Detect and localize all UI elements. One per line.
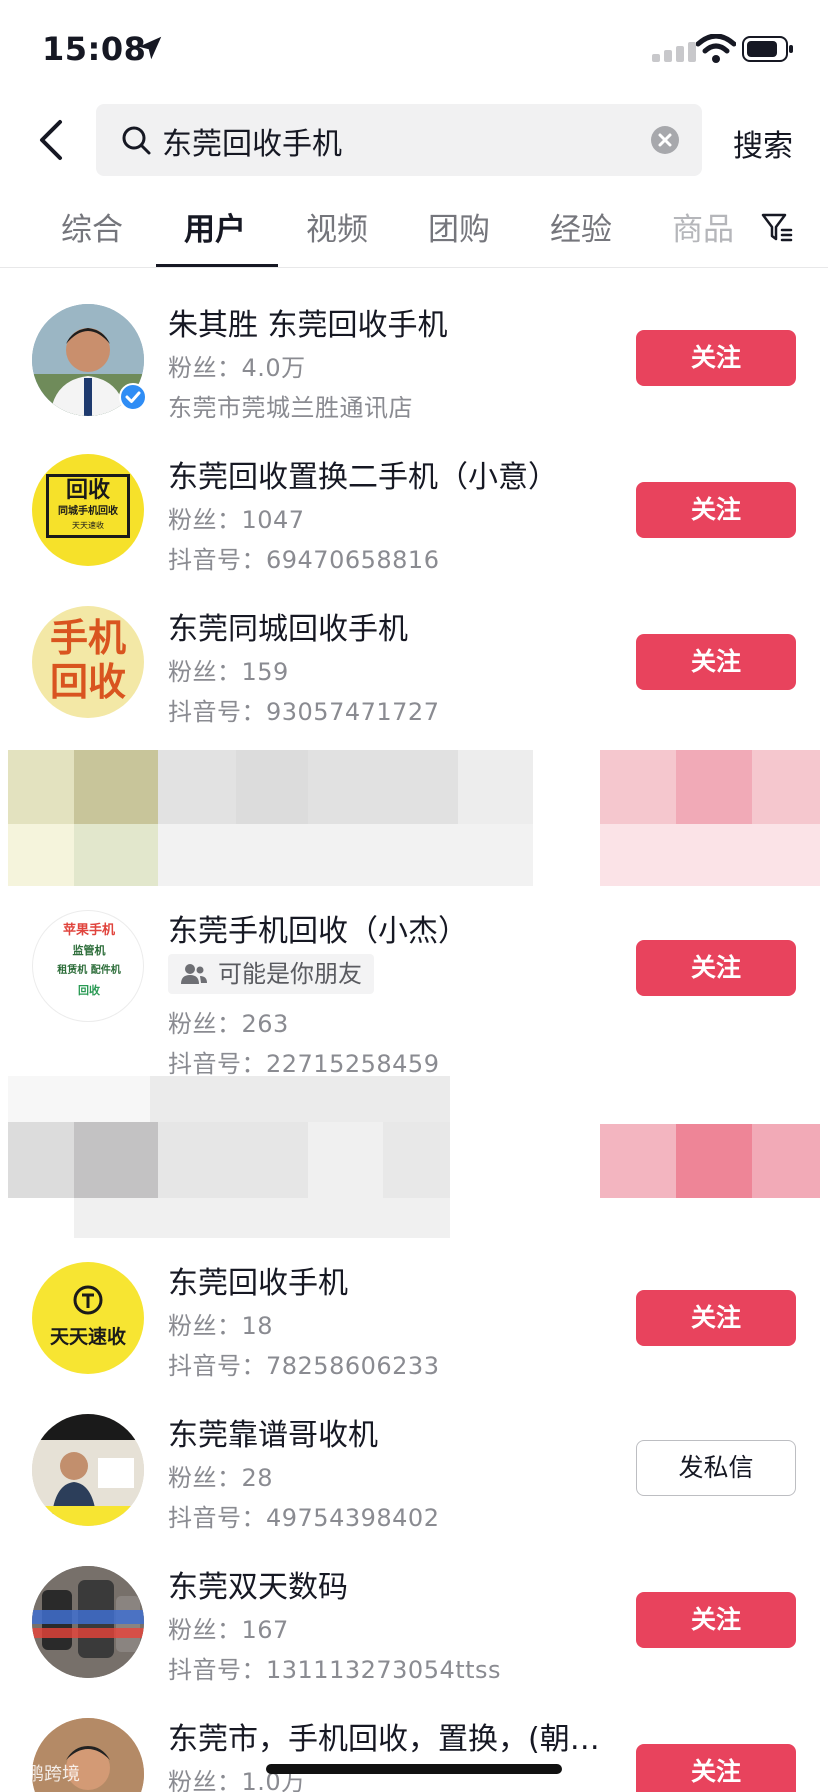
search-icon — [122, 126, 151, 155]
fan-count: 粉丝：167 — [168, 1616, 289, 1644]
avatar[interactable]: 天天速收 — [32, 1262, 144, 1374]
friends-icon — [181, 964, 207, 984]
follow-button[interactable]: 关注 — [636, 940, 796, 996]
follow-button[interactable]: 关注 — [636, 330, 796, 386]
user-name: 东莞市，手机回收，置换，(朝… — [168, 1722, 600, 1757]
verified-badge-icon — [119, 383, 147, 411]
tab-videos[interactable]: 视频 — [306, 204, 368, 249]
search-query: 东莞回收手机 — [162, 127, 342, 162]
douyin-id: 抖音号：131113273054ttss — [168, 1656, 502, 1684]
store-name: 东莞市莞城兰胜通讯店 — [168, 394, 413, 422]
status-time: 15:08 — [42, 30, 147, 68]
back-icon[interactable] — [34, 118, 68, 162]
avatar[interactable]: 苹果手机 监管机 租赁机 配件机 回收 — [32, 910, 144, 1022]
tab-group-buy[interactable]: 团购 — [428, 204, 490, 249]
avatar[interactable]: 回收 同城手机回收 天天速收 — [32, 454, 144, 566]
user-name: 东莞回收置换二手机（小意） — [168, 460, 558, 495]
avatar[interactable]: 手机 回收 — [32, 606, 144, 718]
battery-icon — [742, 36, 793, 62]
follow-button[interactable]: 关注 — [636, 634, 796, 690]
avatar-logo: 天天速收 — [49, 1326, 126, 1348]
person-poster-icon — [32, 1414, 144, 1526]
follow-button[interactable]: 关注 — [636, 1592, 796, 1648]
search-row: 东莞回收手机 搜索 — [0, 104, 828, 176]
watermark: 大鹏跨境 — [8, 1764, 80, 1785]
tab-bar: 综合 用户 视频 团购 经验 商品 — [0, 200, 828, 268]
filter-icon[interactable] — [760, 210, 794, 244]
pixelated-row — [8, 1076, 820, 1238]
clear-icon[interactable] — [650, 125, 680, 155]
phones-photo-icon — [32, 1566, 144, 1678]
douyin-id: 抖音号：69470658816 — [168, 546, 440, 574]
follow-button[interactable]: 关注 — [636, 1744, 796, 1792]
douyin-id: 抖音号：93057471727 — [168, 698, 440, 726]
pixelated-row — [8, 750, 820, 886]
avatar-logo: 回收 同城手机回收 天天速收 — [46, 474, 130, 538]
user-name: 朱其胜 东莞回收手机 — [168, 308, 448, 343]
user-name: 东莞靠谱哥收机 — [168, 1418, 378, 1453]
user-name: 东莞同城回收手机 — [168, 612, 408, 647]
douyin-id: 抖音号：22715258459 — [168, 1050, 440, 1078]
user-result-row[interactable]: 东莞市，手机回收，置换，(朝… 粉丝：1.0万 关注 — [0, 1714, 828, 1792]
fan-count: 粉丝：263 — [168, 1010, 289, 1038]
user-name: 东莞回收手机 — [168, 1266, 348, 1301]
fan-count: 粉丝：159 — [168, 658, 289, 686]
douyin-id: 抖音号：49754398402 — [168, 1504, 440, 1532]
tab-users[interactable]: 用户 — [184, 204, 246, 249]
tab-divider — [0, 267, 828, 268]
follow-button[interactable]: 关注 — [636, 482, 796, 538]
search-button[interactable]: 搜索 — [733, 121, 793, 165]
avatar[interactable] — [32, 1566, 144, 1678]
status-bar: 15:08 — [0, 0, 828, 100]
tab-general[interactable]: 综合 — [61, 204, 123, 249]
home-indicator[interactable] — [266, 1764, 562, 1774]
logo-mark-icon — [73, 1285, 103, 1315]
user-name: 东莞双天数码 — [168, 1570, 348, 1605]
avatar-logo: 苹果手机 监管机 租赁机 配件机 回收 — [57, 923, 121, 997]
wifi-icon — [696, 34, 736, 63]
friend-tag: 可能是你朋友 — [168, 954, 374, 994]
search-input[interactable]: 东莞回收手机 — [96, 104, 702, 176]
avatar[interactable] — [32, 1414, 144, 1526]
fan-count: 粉丝：18 — [168, 1312, 274, 1340]
avatar-logo: 手机 回收 — [49, 616, 126, 704]
fan-count: 粉丝：4.0万 — [168, 354, 306, 382]
fan-count: 粉丝：28 — [168, 1464, 274, 1492]
tab-products[interactable]: 商品 — [672, 204, 734, 249]
fan-count: 粉丝：1047 — [168, 506, 305, 534]
location-arrow-icon — [138, 36, 162, 60]
follow-button[interactable]: 关注 — [636, 1290, 796, 1346]
tab-experience[interactable]: 经验 — [550, 204, 612, 249]
message-button[interactable]: 发私信 — [636, 1440, 796, 1496]
user-name: 东莞手机回收（小杰） — [168, 914, 468, 949]
douyin-id: 抖音号：78258606233 — [168, 1352, 440, 1380]
